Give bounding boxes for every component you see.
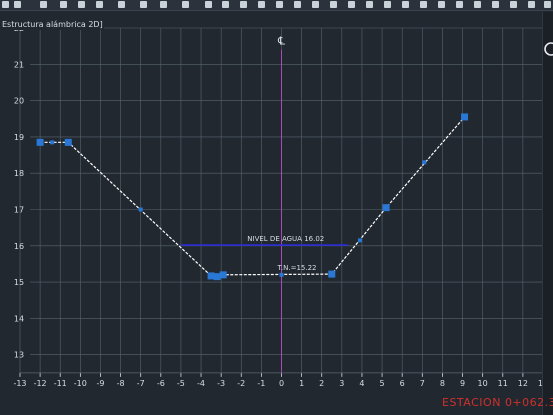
x-tick-label: 4 <box>359 379 364 388</box>
grip-point[interactable] <box>382 204 390 212</box>
y-tick-label: 18 <box>14 169 24 178</box>
ground-level-label: T.N.=15.22 <box>276 264 316 272</box>
x-tick-label: -6 <box>157 379 165 388</box>
grip-point[interactable] <box>36 138 44 146</box>
grip-point[interactable] <box>219 271 227 279</box>
y-tick-label: 14 <box>14 314 24 323</box>
x-tick-label: -12 <box>34 379 47 388</box>
x-tick-label: -11 <box>54 379 67 388</box>
x-tick-label: 10 <box>478 379 488 388</box>
grip-point[interactable] <box>64 138 72 146</box>
water-level-label: NIVEL DE AGUA 16.02 <box>247 235 324 243</box>
viewport-controls-label[interactable]: Estructura alámbrica 2D] <box>1 20 104 30</box>
x-tick-label: -10 <box>74 379 87 388</box>
grip-points[interactable] <box>36 113 469 281</box>
grip-point[interactable] <box>50 140 55 145</box>
x-tick-label: 2 <box>319 379 324 388</box>
drawing-canvas[interactable]: -13 -12 -11 -10 -9 -8 -7 -6 -5 -4 -3 -2 -1 0 1 2 3 4 5 6 7 8 9… <box>0 0 553 415</box>
x-tick-label: 6 <box>400 379 405 388</box>
x-tick-label: 1 <box>299 379 304 388</box>
y-tick-label: 15 <box>14 278 24 287</box>
grip-point[interactable] <box>213 273 221 281</box>
grip-point[interactable] <box>461 113 469 121</box>
x-tick-label: -9 <box>96 379 104 388</box>
grip-point[interactable] <box>138 207 143 212</box>
grip-point[interactable] <box>279 272 284 277</box>
x-tick-label: -3 <box>217 379 225 388</box>
x-tick-label: 3 <box>339 379 344 388</box>
grip-point[interactable] <box>422 160 427 165</box>
grip-point[interactable] <box>357 238 362 243</box>
x-tick-label: -8 <box>117 379 125 388</box>
y-tick-label: 20 <box>14 97 24 106</box>
y-tick-label: 16 <box>14 242 24 251</box>
y-axis-labels: 13141516171819202122 <box>14 24 24 360</box>
x-tick-label: 5 <box>380 379 385 388</box>
x-tick-label: -2 <box>237 379 245 388</box>
y-tick-label: 21 <box>14 60 24 69</box>
x-tick-label: -7 <box>137 379 145 388</box>
x-tick-label: 12 <box>518 379 528 388</box>
y-tick-label: 13 <box>14 351 24 360</box>
x-tick-label: 11 <box>498 379 508 388</box>
x-tick-label: 8 <box>440 379 445 388</box>
centerline-label: ℄ <box>277 34 285 47</box>
x-axis-labels: -13 -12 -11 -10 -9 -8 -7 -6 -5 -4 -3 -2 -1 0 1 2 3 4 5 6 7 8 9… <box>13 379 548 388</box>
x-tick-label: -1 <box>257 379 265 388</box>
x-tick-label: -4 <box>197 379 205 388</box>
navigation-wheel-icon[interactable] <box>543 34 553 64</box>
grip-point[interactable] <box>207 272 215 280</box>
y-tick-label: 19 <box>14 133 24 142</box>
terrain-profile-line[interactable] <box>40 116 466 277</box>
y-tick-label: 17 <box>14 206 24 215</box>
x-tick-label: 9 <box>460 379 465 388</box>
grip-point[interactable] <box>328 270 336 278</box>
x-tick-label: -5 <box>177 379 185 388</box>
navigation-bar[interactable] <box>542 12 553 415</box>
x-tick-label: 0 <box>279 379 284 388</box>
x-tick-label: -13 <box>13 379 26 388</box>
station-label: ESTACION 0+062.35 <box>442 396 553 409</box>
x-tick-label: 7 <box>420 379 425 388</box>
